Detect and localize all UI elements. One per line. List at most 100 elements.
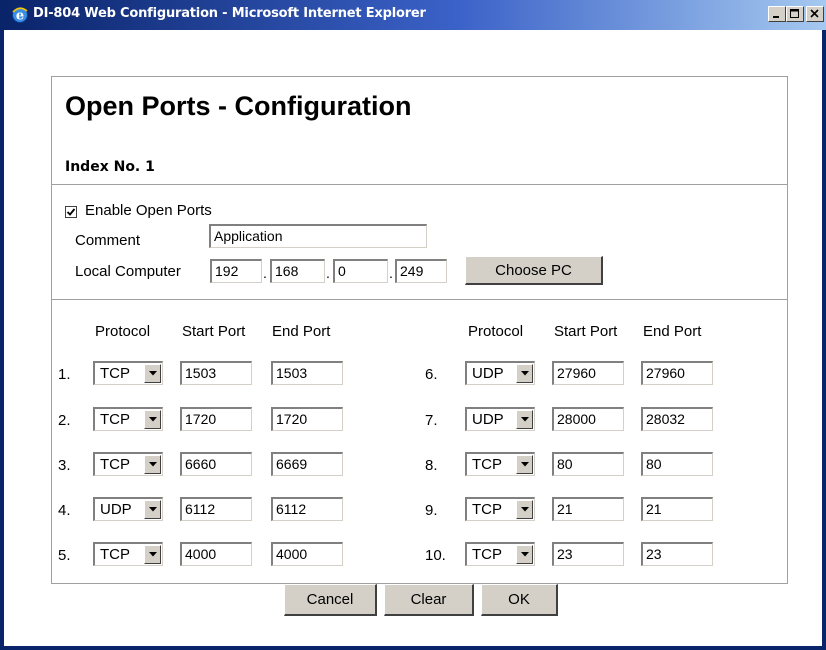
dropdown-button[interactable] [516,364,533,383]
dropdown-button[interactable] [144,455,161,474]
start-port-input[interactable]: 4000 [180,542,252,566]
index-label: Index No. 1 [65,159,155,175]
end-port-header: End Port [272,323,331,340]
end-port-input[interactable]: 6112 [271,497,343,521]
protocol-header: Protocol [95,323,151,340]
dropdown-button[interactable] [516,455,533,474]
config-panel: Open Ports - Configuration Index No. 1 E… [51,76,788,584]
chevron-down-icon [149,462,157,467]
window-controls [768,6,824,24]
minimize-icon [773,16,779,18]
close-icon [810,9,819,18]
divider [52,184,787,185]
browser-window: e DI-804 Web Configuration - Microsoft I… [0,0,826,650]
enable-checkbox[interactable] [65,206,77,218]
protocol-value: TCP [100,411,130,428]
start-port-input[interactable]: 1503 [180,361,252,385]
ip-octet-1[interactable]: 192 [210,259,262,283]
start-port-input[interactable]: 21 [552,497,624,521]
protocol-select[interactable]: TCP [93,542,163,566]
row-number: 9. [425,502,438,519]
protocol-value: TCP [472,456,502,473]
start-port-input[interactable]: 6660 [180,452,252,476]
ip-octet-3[interactable]: 0 [333,259,388,283]
row-number: 1. [58,366,71,383]
title-bar[interactable]: e DI-804 Web Configuration - Microsoft I… [4,0,826,30]
end-port-input[interactable]: 23 [641,542,713,566]
row-number: 2. [58,412,71,429]
ip-dot: . [263,265,267,281]
comment-input[interactable]: Application [209,224,427,248]
protocol-select[interactable]: TCP [93,452,163,476]
chevron-down-icon [521,507,529,512]
ip-dot: . [389,265,393,281]
dropdown-button[interactable] [516,500,533,519]
protocol-select[interactable]: TCP [465,452,535,476]
protocol-select[interactable]: UDP [465,407,535,431]
chevron-down-icon [149,417,157,422]
end-port-input[interactable]: 1503 [271,361,343,385]
end-port-input[interactable]: 27960 [641,361,713,385]
start-port-input[interactable]: 23 [552,542,624,566]
protocol-select[interactable]: TCP [93,407,163,431]
minimize-button[interactable] [768,6,786,22]
protocol-value: UDP [472,411,504,428]
protocol-value: TCP [100,365,130,382]
end-port-input[interactable]: 4000 [271,542,343,566]
protocol-select[interactable]: UDP [93,497,163,521]
chevron-down-icon [149,371,157,376]
protocol-value: TCP [100,546,130,563]
protocol-value: TCP [472,546,502,563]
local-computer-label: Local Computer [75,263,181,280]
protocol-select[interactable]: TCP [93,361,163,385]
protocol-value: UDP [472,365,504,382]
maximize-icon [790,9,799,18]
start-port-input[interactable]: 80 [552,452,624,476]
dropdown-button[interactable] [144,364,161,383]
chevron-down-icon [149,552,157,557]
window-title: DI-804 Web Configuration - Microsoft Int… [33,6,426,21]
end-port-input[interactable]: 1720 [271,407,343,431]
ok-button[interactable]: OK [481,584,558,616]
dropdown-button[interactable] [516,410,533,429]
svg-text:e: e [16,9,24,24]
cancel-button[interactable]: Cancel [284,584,377,616]
comment-label: Comment [75,232,141,249]
chevron-down-icon [521,417,529,422]
end-port-input[interactable]: 6669 [271,452,343,476]
choose-pc-button[interactable]: Choose PC [465,256,603,285]
chevron-down-icon [149,507,157,512]
protocol-value: TCP [100,456,130,473]
maximize-button[interactable] [786,6,804,22]
close-button[interactable] [806,6,824,22]
chevron-down-icon [521,552,529,557]
protocol-select[interactable]: UDP [465,361,535,385]
row-number: 8. [425,457,438,474]
start-port-input[interactable]: 1720 [180,407,252,431]
ip-octet-2[interactable]: 168 [270,259,325,283]
enable-label: Enable Open Ports [85,202,212,219]
chevron-down-icon [521,462,529,467]
start-port-header: Start Port [182,323,246,340]
protocol-value: TCP [472,501,502,518]
start-port-input[interactable]: 27960 [552,361,624,385]
end-port-input[interactable]: 28032 [641,407,713,431]
start-port-input[interactable]: 28000 [552,407,624,431]
page-title: Open Ports - Configuration [65,91,412,121]
dropdown-button[interactable] [144,545,161,564]
page-content: Open Ports - Configuration Index No. 1 E… [4,30,822,646]
ip-octet-4[interactable]: 249 [395,259,447,283]
clear-button[interactable]: Clear [384,584,474,616]
dropdown-button[interactable] [516,545,533,564]
protocol-select[interactable]: TCP [465,497,535,521]
start-port-input[interactable]: 6112 [180,497,252,521]
row-number: 4. [58,502,71,519]
end-port-input[interactable]: 21 [641,497,713,521]
dropdown-button[interactable] [144,500,161,519]
end-port-header: End Port [643,323,702,340]
row-number: 10. [425,547,446,564]
end-port-input[interactable]: 80 [641,452,713,476]
protocol-select[interactable]: TCP [465,542,535,566]
row-number: 7. [425,412,438,429]
dropdown-button[interactable] [144,410,161,429]
